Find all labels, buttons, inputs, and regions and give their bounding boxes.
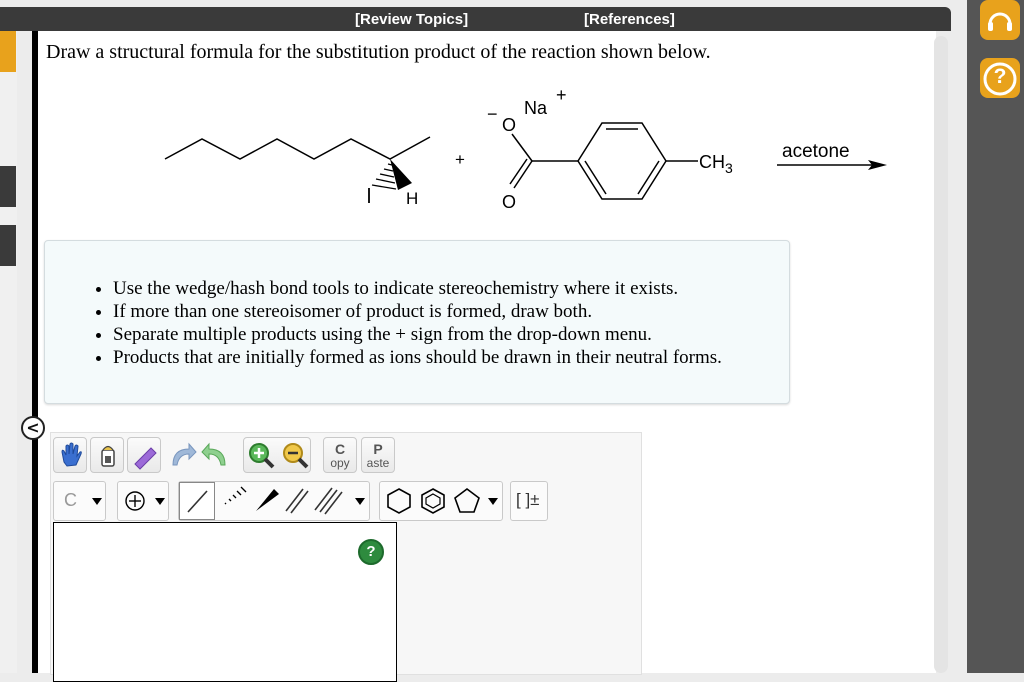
bracket-label: [ ]± [516, 490, 540, 509]
paste-rest: aste [366, 456, 390, 470]
chevron-down-icon[interactable] [355, 498, 365, 506]
undo-button[interactable] [167, 439, 197, 471]
dark-side-tab-1[interactable] [0, 166, 16, 207]
vertical-scrollbar[interactable] [934, 36, 948, 673]
wedge-bond-icon[interactable] [251, 483, 281, 519]
orange-side-tab[interactable] [0, 31, 16, 72]
cyclopentane-icon[interactable] [452, 484, 482, 518]
paste-letter: P [373, 441, 383, 457]
reaction-drawing: H + O − Na + O CH3 acetone [164, 85, 887, 212]
alkyl-chain-bonds [164, 136, 431, 160]
instruction-item: Products that are initially formed as io… [113, 346, 722, 369]
ring-selector [379, 481, 503, 521]
top-bar: [Review Topics] [References] [0, 7, 951, 31]
benzene-icon[interactable] [418, 484, 448, 518]
triple-bond-icon[interactable] [311, 483, 345, 519]
references-link[interactable]: [References] [584, 11, 675, 28]
anion-charge: − [487, 104, 498, 124]
right-panel: ? [967, 0, 1024, 673]
help-button[interactable]: ? [980, 58, 1020, 98]
instruction-item: Use the wedge/hash bond tools to indicat… [113, 277, 722, 300]
oxygen-anion-label: O [502, 115, 516, 135]
chevron-down-icon[interactable] [488, 498, 498, 506]
carbonyl-oxygen-label: O [502, 192, 516, 212]
element-selector[interactable]: C [53, 481, 106, 521]
double-bond-icon[interactable] [281, 483, 311, 519]
benzene-ring [577, 122, 667, 200]
copy-button[interactable]: C opy [323, 437, 357, 473]
drawing-canvas[interactable]: ? [53, 522, 397, 682]
collapse-sidebar-button[interactable]: < [21, 416, 45, 440]
eraser-tool-button[interactable] [90, 437, 124, 473]
dark-side-tab-2[interactable] [0, 225, 16, 266]
c-o-single-bond [511, 133, 533, 162]
methyl-label: CH3 [699, 152, 733, 176]
sodium-charge: + [556, 85, 567, 105]
structure-editor: C opy P aste C []± ? [50, 432, 642, 682]
lasso-icon [134, 447, 157, 470]
review-topics-link[interactable]: [Review Topics] [355, 11, 468, 28]
support-button[interactable] [980, 0, 1020, 40]
undo-icon [172, 442, 197, 466]
charge-icon [125, 491, 145, 511]
redo-button[interactable] [201, 439, 231, 471]
left-strip [0, 31, 17, 673]
zoom-in-icon[interactable] [244, 438, 278, 474]
single-bond-tool[interactable] [179, 482, 215, 520]
editor-help-button[interactable]: ? [358, 539, 384, 565]
instructions-list: Use the wedge/hash bond tools to indicat… [45, 277, 722, 369]
sodium-label: Na [524, 98, 548, 118]
zoom-buttons [243, 437, 311, 473]
hand-tool-button[interactable] [53, 437, 87, 473]
copy-letter: C [334, 441, 346, 457]
element-label: C [64, 490, 77, 510]
instructions-box: Use the wedge/hash bond tools to indicat… [44, 240, 790, 404]
plus-sign: + [455, 150, 465, 169]
bond-selector [178, 481, 370, 521]
copy-rest: opy [330, 456, 350, 470]
single-bond-icon [187, 490, 208, 513]
hand-icon [61, 442, 82, 467]
question-text: Draw a structural formula for the substi… [46, 41, 711, 63]
chevron-down-icon [92, 498, 102, 505]
solvent-label: acetone [782, 141, 850, 162]
zoom-out-icon[interactable] [278, 438, 312, 474]
hydrogen-label: H [406, 189, 418, 208]
eraser-icon [101, 445, 115, 467]
left-divider [32, 31, 38, 673]
instruction-item: Separate multiple products using the + s… [113, 323, 722, 346]
chevron-down-icon [155, 498, 165, 505]
hash-bond-icon[interactable] [219, 483, 249, 519]
help-glyph: ? [993, 65, 1007, 88]
paste-button[interactable]: P aste [361, 437, 395, 473]
bracket-tool[interactable]: [ ]± [510, 481, 548, 521]
redo-icon [201, 442, 226, 466]
charge-selector[interactable] [117, 481, 169, 521]
instruction-item: If more than one stereoisomer of product… [113, 300, 722, 323]
reaction-scheme: H + O − Na + O CH3 acetone [150, 80, 910, 225]
headset-icon [988, 12, 1012, 31]
cyclohexane-icon[interactable] [384, 484, 414, 518]
wedge-bond [390, 159, 412, 190]
lasso-tool-button[interactable] [127, 437, 161, 473]
